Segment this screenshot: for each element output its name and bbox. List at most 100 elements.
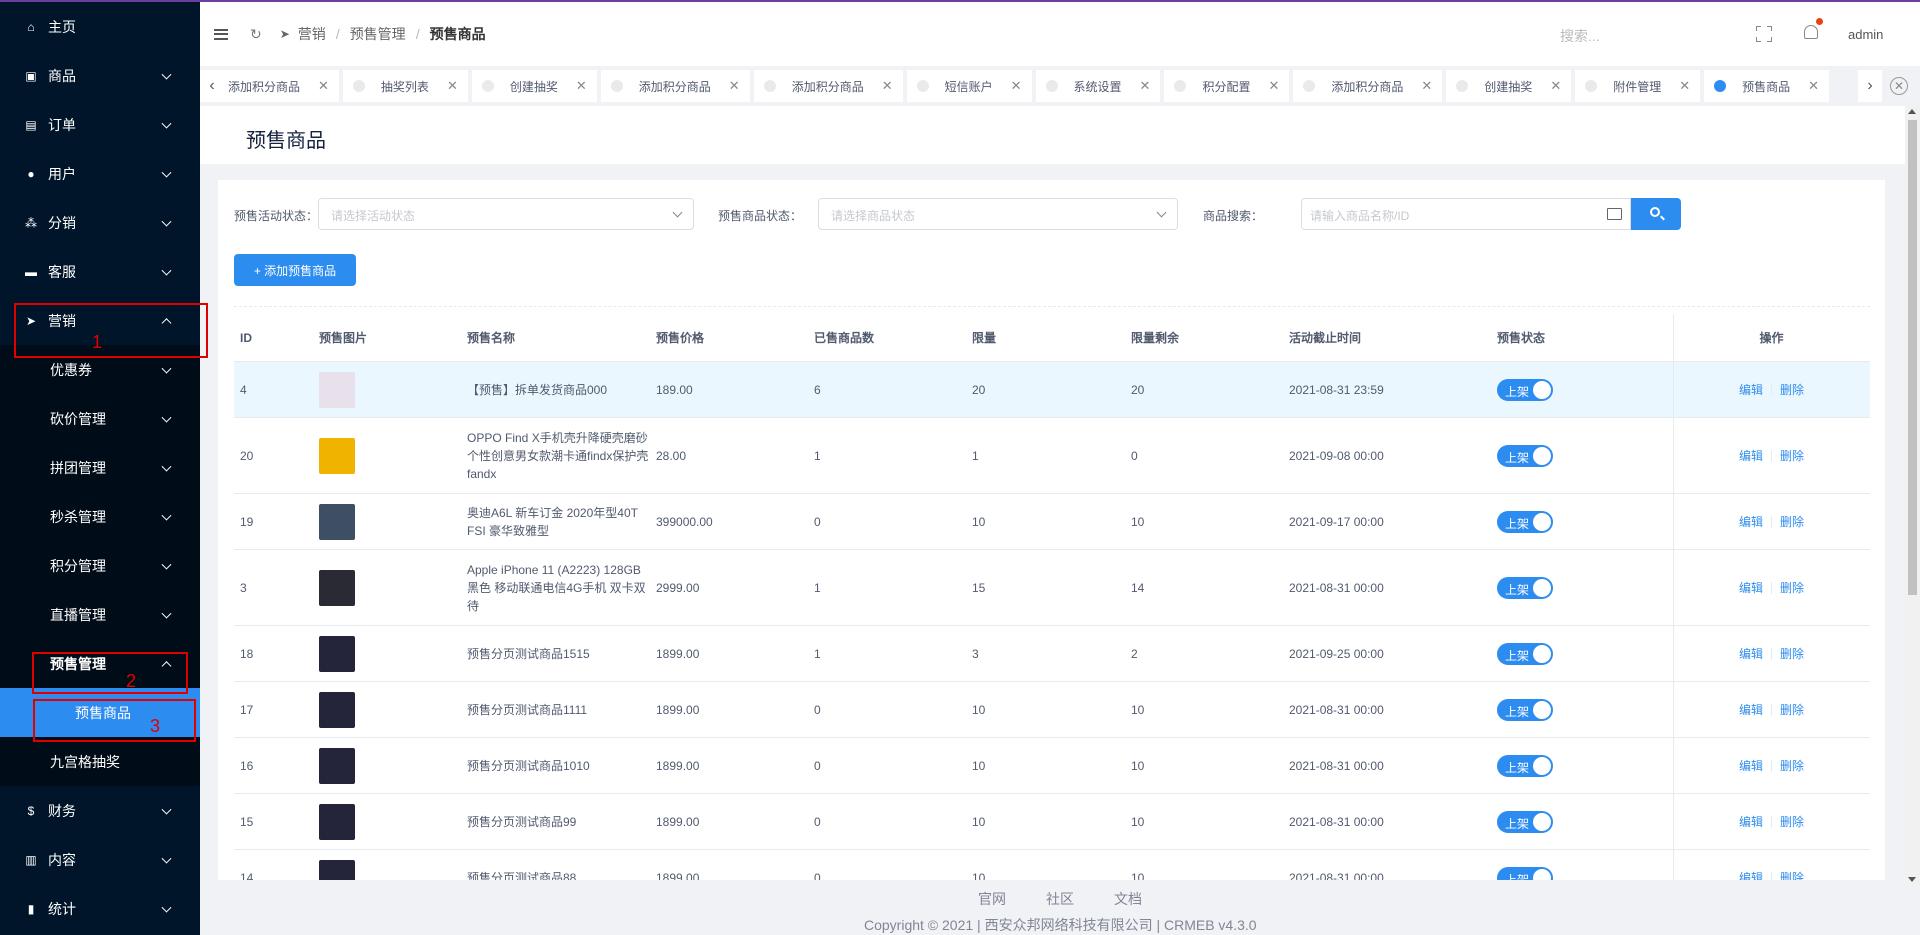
footer-link[interactable]: 文档 <box>1114 889 1142 909</box>
close-icon[interactable]: ✕ <box>1550 78 1561 94</box>
tab-item[interactable]: 创建抽奖 ✕ <box>471 70 597 102</box>
search-button[interactable] <box>1631 198 1681 230</box>
edit-link[interactable]: 编辑 <box>1739 757 1763 774</box>
menu-toggle-icon[interactable] <box>214 28 228 40</box>
delete-link[interactable]: 删除 <box>1780 645 1804 662</box>
tabs-scroll-left-icon[interactable]: ‹ <box>200 70 224 102</box>
sidebar-item-stats[interactable]: ▮ 统计 <box>0 884 200 933</box>
tab-item[interactable]: 抽奖列表 ✕ <box>342 70 468 102</box>
footer-link[interactable]: 官网 <box>978 889 1006 909</box>
sidebar-item-points[interactable]: 积分管理 <box>0 541 200 590</box>
close-icon[interactable]: ✕ <box>882 78 893 94</box>
bell-icon[interactable] <box>1802 18 1823 44</box>
product-thumbnail[interactable] <box>319 503 355 540</box>
status-toggle[interactable]: 上架 <box>1497 378 1553 401</box>
page-scrollbar[interactable] <box>1905 106 1920 885</box>
copyright: Copyright © 2021 | 西安众邦网络科技有限公司 | CRMEB … <box>864 917 1257 933</box>
edit-link[interactable]: 编辑 <box>1739 447 1763 464</box>
status-toggle[interactable]: 上架 <box>1497 576 1553 599</box>
product-thumbnail[interactable] <box>319 859 355 880</box>
tab-item[interactable]: 积分配置 ✕ <box>1164 70 1290 102</box>
sidebar-item-group-buy[interactable]: 拼团管理 <box>0 443 200 492</box>
close-icon[interactable]: ✕ <box>1140 78 1151 94</box>
sidebar-item-live[interactable]: 直播管理 <box>0 590 200 639</box>
cell-name: OPPO Find X手机壳升降硬壳磨砂个性创意男女款潮卡通findx保护壳fa… <box>467 430 649 481</box>
delete-link[interactable]: 删除 <box>1780 381 1804 398</box>
activity-status-select[interactable]: 请选择活动状态 <box>318 198 694 230</box>
tab-item-active[interactable]: 预售商品 ✕ <box>1704 70 1830 102</box>
status-toggle[interactable]: 上架 <box>1497 642 1553 665</box>
status-toggle[interactable]: 上架 <box>1497 510 1553 533</box>
edit-link[interactable]: 编辑 <box>1739 645 1763 662</box>
delete-link[interactable]: 删除 <box>1780 869 1804 880</box>
tab-item[interactable]: 创建抽奖 ✕ <box>1446 70 1572 102</box>
close-icon[interactable]: ✕ <box>1011 78 1022 94</box>
close-icon[interactable]: ✕ <box>576 78 587 94</box>
edit-link[interactable]: 编辑 <box>1739 513 1763 530</box>
edit-link[interactable]: 编辑 <box>1739 869 1763 880</box>
tab-item[interactable]: 添加积分商品 ✕ <box>753 70 903 102</box>
sidebar-item-service[interactable]: ▬ 客服 <box>0 247 200 296</box>
close-icon[interactable]: ✕ <box>1679 78 1690 94</box>
product-thumbnail[interactable] <box>319 691 355 728</box>
header-search-input[interactable]: 搜索... <box>1560 26 1600 46</box>
close-icon[interactable]: ✕ <box>318 78 329 94</box>
edit-link[interactable]: 编辑 <box>1739 381 1763 398</box>
sidebar-item-distribution[interactable]: ⁂ 分销 <box>0 198 200 247</box>
edit-link[interactable]: 编辑 <box>1739 813 1763 830</box>
breadcrumb-item[interactable]: 营销 <box>298 24 326 44</box>
fullscreen-icon[interactable] <box>1756 26 1772 42</box>
sidebar-item-orders[interactable]: ▤ 订单 <box>0 100 200 149</box>
delete-link[interactable]: 删除 <box>1780 579 1804 596</box>
tab-item[interactable]: 系统设置 ✕ <box>1035 70 1161 102</box>
product-thumbnail[interactable] <box>319 371 355 408</box>
status-toggle[interactable]: 上架 <box>1497 698 1553 721</box>
sidebar-item-bargain[interactable]: 砍价管理 <box>0 394 200 443</box>
scrollbar-thumb[interactable] <box>1908 120 1917 595</box>
close-icon[interactable]: ✕ <box>447 78 458 94</box>
footer-link[interactable]: 社区 <box>1046 889 1074 909</box>
tab-item[interactable]: 附件管理 ✕ <box>1575 70 1701 102</box>
add-presale-product-button[interactable]: + 添加预售商品 <box>234 254 356 286</box>
sidebar-item-content[interactable]: ▥ 内容 <box>0 835 200 884</box>
status-toggle[interactable]: 上架 <box>1497 866 1553 880</box>
tab-item[interactable]: 添加积分商品 ✕ <box>224 70 339 102</box>
product-status-select[interactable]: 请选择商品状态 <box>818 198 1178 230</box>
sidebar-item-home[interactable]: ⌂ 主页 <box>0 2 200 51</box>
delete-link[interactable]: 删除 <box>1780 701 1804 718</box>
close-icon[interactable]: ✕ <box>1421 78 1432 94</box>
delete-link[interactable]: 删除 <box>1780 447 1804 464</box>
status-toggle[interactable]: 上架 <box>1497 754 1553 777</box>
product-thumbnail[interactable] <box>319 437 355 474</box>
delete-link[interactable]: 删除 <box>1780 757 1804 774</box>
tab-item[interactable]: 添加积分商品 ✕ <box>1293 70 1443 102</box>
close-icon[interactable]: ✕ <box>1808 78 1819 94</box>
refresh-icon[interactable]: ↻ <box>250 26 262 43</box>
product-search-input[interactable]: 请输入商品名称/ID <box>1301 198 1631 230</box>
sidebar-item-products[interactable]: ▣ 商品 <box>0 51 200 100</box>
product-thumbnail[interactable] <box>319 635 355 672</box>
breadcrumb-item[interactable]: 预售管理 <box>350 24 406 44</box>
edit-link[interactable]: 编辑 <box>1739 701 1763 718</box>
sidebar-item-lottery[interactable]: 九宫格抽奖 <box>0 737 200 786</box>
product-thumbnail[interactable] <box>319 747 355 784</box>
close-all-tabs-icon[interactable]: ✕ <box>1890 77 1908 95</box>
status-toggle[interactable]: 上架 <box>1497 810 1553 833</box>
tab-item[interactable]: 短信账户 ✕ <box>906 70 1032 102</box>
close-icon[interactable]: ✕ <box>1268 78 1279 94</box>
sidebar-item-finance[interactable]: $ 财务 <box>0 786 200 835</box>
user-name[interactable]: admin <box>1848 27 1883 42</box>
scroll-up-icon[interactable] <box>1908 109 1916 114</box>
product-thumbnail[interactable] <box>319 569 355 606</box>
tab-item[interactable]: 添加积分商品 ✕ <box>600 70 750 102</box>
close-icon[interactable]: ✕ <box>729 78 740 94</box>
status-toggle[interactable]: 上架 <box>1497 444 1553 467</box>
delete-link[interactable]: 删除 <box>1780 813 1804 830</box>
delete-link[interactable]: 删除 <box>1780 513 1804 530</box>
sidebar-item-seckill[interactable]: 秒杀管理 <box>0 492 200 541</box>
product-thumbnail[interactable] <box>319 803 355 840</box>
scroll-down-icon[interactable] <box>1908 877 1916 882</box>
sidebar-item-users[interactable]: ● 用户 <box>0 149 200 198</box>
tabs-scroll-right-icon[interactable]: › <box>1858 70 1882 102</box>
edit-link[interactable]: 编辑 <box>1739 579 1763 596</box>
